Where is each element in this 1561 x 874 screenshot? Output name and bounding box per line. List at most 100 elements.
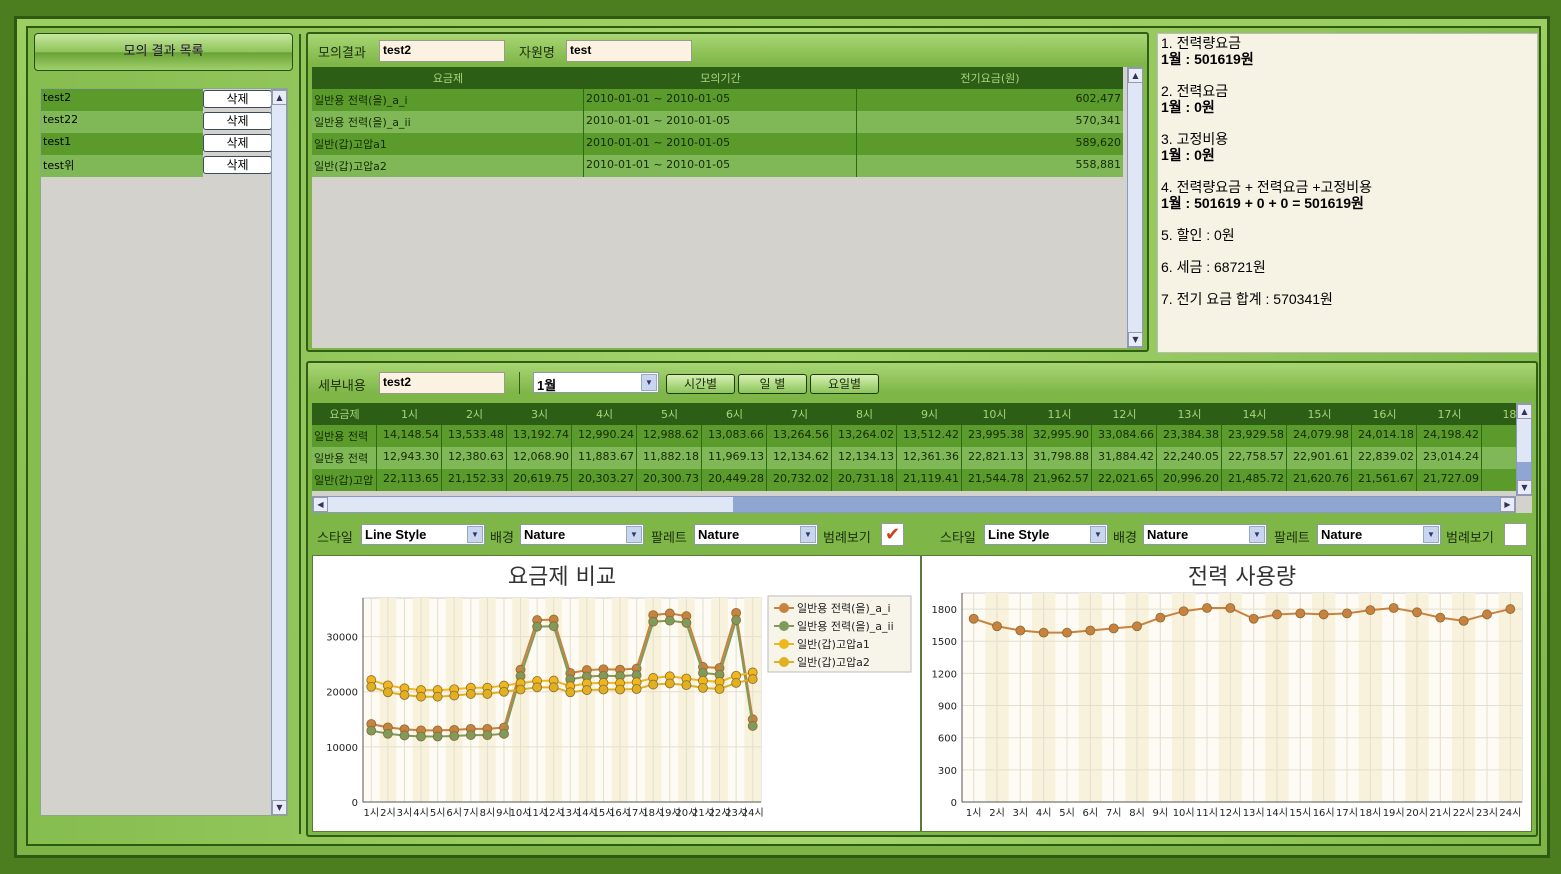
data-point xyxy=(449,690,460,701)
y-tick-label: 20000 xyxy=(326,688,358,699)
column-header[interactable]: 16시 xyxy=(1352,403,1417,425)
scroll-down-icon[interactable]: ▼ xyxy=(1517,480,1532,495)
detail-input[interactable]: test2 xyxy=(379,372,505,394)
result-input[interactable]: test2 xyxy=(379,40,505,62)
data-point xyxy=(465,689,476,699)
data-point xyxy=(648,679,659,690)
column-header[interactable]: 6시 xyxy=(702,403,767,425)
scroll-down-icon[interactable]: ▼ xyxy=(272,800,287,815)
table-cell: 31,798.88 xyxy=(1027,447,1092,469)
column-header[interactable]: 13시 xyxy=(1157,403,1222,425)
style-select[interactable]: Line Style ▼ xyxy=(984,524,1108,545)
x-tick-label: 4시 xyxy=(413,807,429,819)
table-cell: 일반용 전력 xyxy=(312,425,377,447)
column-header[interactable]: 2시 xyxy=(442,403,507,425)
table-cell: 2010-01-01 ~ 2010-01-05 xyxy=(584,111,857,133)
delete-button[interactable]: 삭제 xyxy=(203,134,272,152)
column-header[interactable]: 9시 xyxy=(897,403,962,425)
scroll-up-icon[interactable]: ▲ xyxy=(1517,404,1532,419)
column-header[interactable]: 17시 xyxy=(1417,403,1482,425)
x-tick-label: 11시 xyxy=(1196,807,1218,819)
hourly-button[interactable]: 시간별 xyxy=(666,374,735,394)
data-point xyxy=(1505,604,1516,614)
style-select[interactable]: Line Style ▼ xyxy=(361,524,485,545)
table-cell: 24,198.42 xyxy=(1417,425,1482,447)
table-cell: 일반(갑)고압 xyxy=(312,469,377,491)
column-header[interactable]: 모의기간 xyxy=(584,67,857,89)
result-list-item[interactable]: test1 xyxy=(41,133,203,155)
table-row[interactable]: 일반용 전력(을)_a_i 2010-01-01 ~ 2010-01-05 602,… xyxy=(312,89,1123,111)
table-cell: 일반용 전력(을)_a_ii xyxy=(312,111,584,133)
data-point xyxy=(465,730,476,740)
scroll-up-icon[interactable]: ▲ xyxy=(272,90,287,105)
column-header[interactable]: 5시 xyxy=(637,403,702,425)
summary-scrollbar[interactable]: ▲ ▼ xyxy=(1127,67,1143,348)
x-tick-label: 23시 xyxy=(1476,807,1498,819)
column-header[interactable]: 15시 xyxy=(1287,403,1352,425)
detail-vscrollbar[interactable]: ▲ ▼ xyxy=(1516,403,1532,496)
data-point xyxy=(731,678,742,688)
scroll-right-icon[interactable]: ▶ xyxy=(1500,497,1515,512)
column-header[interactable]: 1시 xyxy=(377,403,442,425)
result-list-scrollbar[interactable]: ▲ ▼ xyxy=(271,89,287,815)
table-cell: 11,969.13 xyxy=(702,447,767,469)
column-header[interactable]: 요금제 xyxy=(312,67,584,89)
column-header[interactable]: 10시 xyxy=(962,403,1027,425)
data-point xyxy=(1248,613,1259,624)
table-row[interactable]: 일반용 전력 12,943.30 12,380.63 12,068.90 11,883.… xyxy=(312,447,1532,469)
delete-button[interactable]: 삭제 xyxy=(203,156,272,174)
result-list-title-button[interactable]: 모의 결과 목록 xyxy=(34,33,293,71)
result-list-item[interactable]: test2 xyxy=(41,89,203,111)
daily-button[interactable]: 일 별 xyxy=(738,374,807,394)
table-cell: 21,620.76 xyxy=(1287,469,1352,491)
column-header[interactable]: 요금제 xyxy=(312,403,377,425)
x-tick-label: 6시 xyxy=(446,807,462,819)
result-list-item[interactable]: test위 xyxy=(41,155,203,177)
palette-select[interactable]: Nature ▼ xyxy=(1317,524,1441,545)
scroll-left-icon[interactable]: ◀ xyxy=(313,497,328,512)
column-header[interactable]: 3시 xyxy=(507,403,572,425)
column-header[interactable]: 7시 xyxy=(767,403,832,425)
table-row[interactable]: 일반용 전력(을)_a_ii 2010-01-01 ~ 2010-01-05 570… xyxy=(312,111,1123,133)
legend-checkbox[interactable]: ✔ xyxy=(881,523,904,546)
legend-checkbox[interactable] xyxy=(1504,523,1527,546)
table-cell: 11,883.67 xyxy=(572,447,637,469)
resource-input[interactable]: test xyxy=(566,40,692,62)
column-header[interactable]: 전기요금(원) xyxy=(857,67,1123,89)
weekday-button[interactable]: 요일별 xyxy=(810,374,879,394)
table-cell: 13,192.74 xyxy=(507,425,572,447)
scroll-up-icon[interactable]: ▲ xyxy=(1128,68,1143,83)
table-cell: 2010-01-01 ~ 2010-01-05 xyxy=(584,133,857,155)
background-select[interactable]: Nature ▼ xyxy=(1143,524,1267,545)
table-row[interactable]: 일반(갑)고압 22,113.65 21,152.33 20,619.75 20,303… xyxy=(312,469,1532,491)
table-cell: 13,512.42 xyxy=(897,425,962,447)
table-cell: 22,240.05 xyxy=(1157,447,1222,469)
data-point xyxy=(382,728,393,739)
column-header[interactable]: 8시 xyxy=(832,403,897,425)
detail-hscrollbar[interactable]: ◀ ▶ xyxy=(312,496,1516,513)
x-tick-label: 9시 xyxy=(1153,807,1169,819)
scroll-down-icon[interactable]: ▼ xyxy=(1128,332,1143,347)
column-header[interactable]: 11시 xyxy=(1027,403,1092,425)
info-item: 2. 전력요금 1월 : 0원 xyxy=(1161,83,1534,115)
result-list-item[interactable]: test22 xyxy=(41,111,203,133)
column-header[interactable]: 14시 xyxy=(1222,403,1287,425)
delete-button[interactable]: 삭제 xyxy=(203,90,272,108)
delete-button[interactable]: 삭제 xyxy=(203,112,272,130)
column-header[interactable]: 12시 xyxy=(1092,403,1157,425)
table-cell: 12,988.62 xyxy=(637,425,702,447)
data-point xyxy=(1342,608,1352,619)
palette-select[interactable]: Nature ▼ xyxy=(694,524,818,545)
column-header[interactable]: 4시 xyxy=(572,403,637,425)
month-select[interactable]: 1월 ▼ xyxy=(533,372,659,393)
info-heading: 1. 전력량요금 xyxy=(1161,35,1241,51)
x-tick-label: 8시 xyxy=(1129,807,1145,819)
table-row[interactable]: 일반(갑)고압a2 2010-01-01 ~ 2010-01-05 558,881 xyxy=(312,155,1123,177)
table-row[interactable]: 일반(갑)고압a1 2010-01-01 ~ 2010-01-05 589,620 xyxy=(312,133,1123,155)
data-point xyxy=(482,730,493,740)
scroll-thumb[interactable] xyxy=(733,497,1501,512)
table-row[interactable]: 일반용 전력 14,148.54 13,533.48 13,192.74 12,990.… xyxy=(312,425,1532,447)
fee-info-panel: 1. 전력량요금 1월 : 501619원 2. 전력요금 1월 : 0원 3. 고정비… xyxy=(1157,33,1538,353)
table-cell: 23,995.38 xyxy=(962,425,1027,447)
background-select[interactable]: Nature ▼ xyxy=(520,524,644,545)
